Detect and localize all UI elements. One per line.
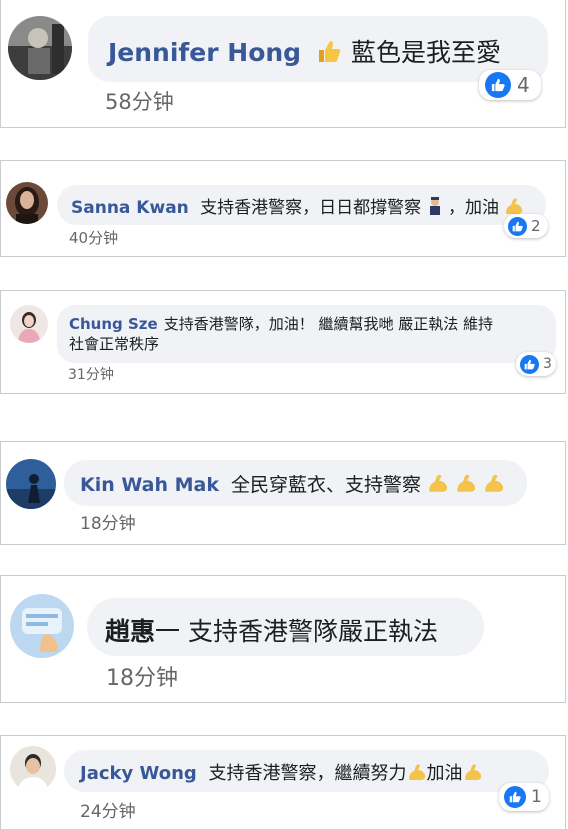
comment-bubble: Chung Sze 支持香港警隊，加油！ 繼續幫我哋 嚴正執法 維持 社會正常秩序 [57, 305, 556, 363]
avatar-image [8, 16, 72, 80]
comment-time[interactable]: 18分钟 [106, 660, 178, 692]
avatar[interactable] [10, 305, 48, 343]
avatar-image [10, 746, 56, 792]
comment-text: 支持香港警隊，加油！ 繼續幫我哋 嚴正執法 維持 [163, 315, 494, 333]
avatar-image [6, 459, 56, 509]
commenter-name[interactable]: Chung Sze [69, 315, 158, 333]
comment-text: 支持香港警察，繼續努力 [208, 763, 407, 784]
like-icon [508, 216, 527, 236]
comment-text: 支持香港警察，日日都撐警察 [200, 198, 422, 218]
police-officer-emoji-icon [427, 196, 443, 220]
comment-time[interactable]: 58分钟 [105, 86, 174, 116]
muscle-emoji-icon [407, 763, 427, 786]
commenter-name[interactable]: Kin Wah Mak [80, 474, 219, 496]
like-icon [520, 354, 539, 374]
reaction-number: 3 [543, 356, 552, 372]
muscle-emoji-icon [427, 473, 449, 498]
comment-card: Kin Wah Mak 全民穿藍衣、支持警察 18分钟 [0, 441, 566, 545]
reaction-number: 1 [531, 787, 542, 807]
comment-card: Jacky Wong 支持香港警察，繼續努力 加油 1 24分钟 [0, 735, 566, 829]
comment-bubble: Jacky Wong 支持香港警察，繼續努力 加油 [64, 750, 549, 792]
muscle-emoji-icon [463, 763, 483, 786]
commenter-name[interactable]: 趙惠 [105, 617, 155, 646]
comment-bubble: Sanna Kwan 支持香港警察，日日都撐警察 ，加油 [57, 185, 546, 225]
reaction-count[interactable]: 1 [499, 783, 549, 811]
avatar-image [10, 594, 74, 658]
comment-bubble: Jennifer Hong 藍色是我至愛 [88, 16, 548, 82]
comment-bubble: Kin Wah Mak 全民穿藍衣、支持警察 [64, 460, 527, 506]
comment-card: 趙惠一 支持香港警隊嚴正執法 18分钟 [0, 575, 566, 703]
avatar[interactable] [10, 594, 74, 658]
comment-time[interactable]: 40分钟 [69, 227, 118, 248]
reaction-number: 4 [517, 73, 530, 97]
comment-card: Sanna Kwan 支持香港警察，日日都撐警察 ，加油 2 40分钟 [0, 160, 566, 257]
comment-bubble: 趙惠一 支持香港警隊嚴正執法 [87, 598, 484, 656]
comment-text: 全民穿藍衣、支持警察 [231, 474, 422, 496]
comment-text-line2: 社會正常秩序 [69, 335, 160, 353]
avatar[interactable] [10, 746, 56, 792]
reaction-number: 2 [531, 217, 541, 235]
comment-text-end: 加油 [426, 763, 463, 784]
comment-text-end: ，加油 [447, 198, 499, 218]
avatar[interactable] [8, 16, 72, 80]
thumbs-up-emoji-icon [315, 37, 343, 71]
comment-card: Chung Sze 支持香港警隊，加油！ 繼續幫我哋 嚴正執法 維持 社會正常秩序… [0, 290, 566, 394]
reaction-count[interactable]: 3 [516, 352, 556, 376]
comment-time[interactable]: 18分钟 [80, 509, 136, 534]
comment-text: 一 支持香港警隊嚴正執法 [155, 617, 438, 646]
commenter-name[interactable]: Jennifer Hong [108, 38, 301, 67]
avatar[interactable] [6, 182, 48, 224]
commenter-name[interactable]: Jacky Wong [80, 763, 197, 784]
avatar-image [10, 305, 48, 343]
avatar[interactable] [6, 459, 56, 509]
like-icon [504, 786, 526, 808]
muscle-emoji-icon [483, 473, 505, 498]
muscle-emoji-icon [455, 473, 477, 498]
comment-text: 藍色是我至愛 [351, 38, 502, 67]
comment-card: Jennifer Hong 藍色是我至愛 4 58分钟 [0, 0, 566, 128]
commenter-name[interactable]: Sanna Kwan [71, 198, 189, 218]
reaction-count[interactable]: 4 [479, 70, 541, 100]
comment-time[interactable]: 31分钟 [68, 364, 114, 384]
comment-time[interactable]: 24分钟 [80, 797, 136, 822]
avatar-image [6, 182, 48, 224]
like-icon [485, 72, 511, 98]
reaction-count[interactable]: 2 [504, 214, 548, 238]
